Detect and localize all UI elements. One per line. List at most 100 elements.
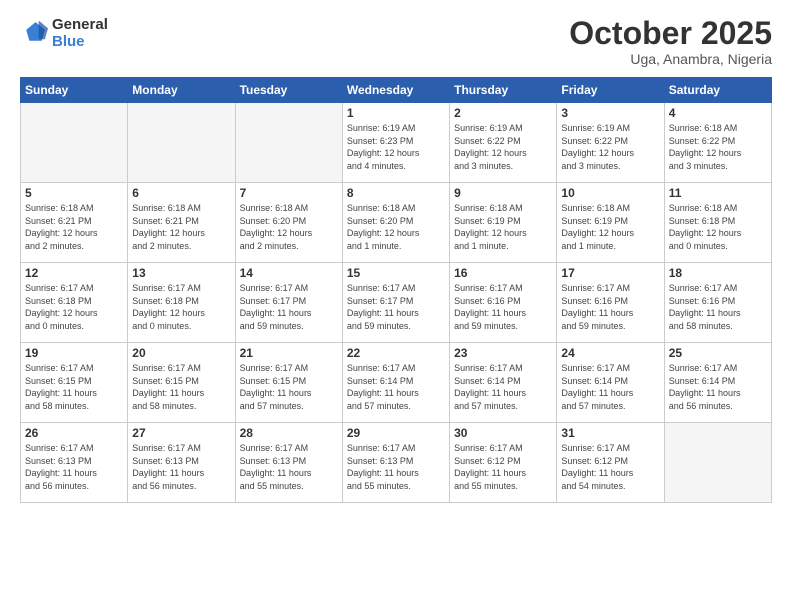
day-number: 24 (561, 346, 659, 360)
day-detail: Sunrise: 6:17 AM Sunset: 6:14 PM Dayligh… (669, 362, 767, 412)
day-number: 13 (132, 266, 230, 280)
day-number: 14 (240, 266, 338, 280)
header: General Blue October 2025 Uga, Anambra, … (20, 16, 772, 67)
calendar-day-cell: 8Sunrise: 6:18 AM Sunset: 6:20 PM Daylig… (342, 183, 449, 263)
day-number: 15 (347, 266, 445, 280)
day-number: 18 (669, 266, 767, 280)
day-detail: Sunrise: 6:17 AM Sunset: 6:16 PM Dayligh… (454, 282, 552, 332)
day-number: 26 (25, 426, 123, 440)
day-detail: Sunrise: 6:17 AM Sunset: 6:12 PM Dayligh… (454, 442, 552, 492)
title-block: October 2025 Uga, Anambra, Nigeria (569, 16, 772, 67)
calendar-day-cell (235, 103, 342, 183)
calendar-day-cell: 23 Sunrise: 6:17 AM Sunset: 6:14 PM Dayli… (450, 343, 557, 423)
day-number: 12 (25, 266, 123, 280)
day-number: 16 (454, 266, 552, 280)
day-detail: Sunrise: 6:17 AM Sunset: 6:14 PM Dayligh… (347, 362, 445, 412)
day-number: 19 (25, 346, 123, 360)
calendar-body: 1 Sunrise: 6:19 AM Sunset: 6:23 PM Daylig… (21, 103, 772, 503)
logo-icon (20, 19, 48, 47)
calendar-day-cell: 29 Sunrise: 6:17 AM Sunset: 6:13 PM Dayli… (342, 423, 449, 503)
calendar-day-cell (664, 423, 771, 503)
calendar-day-cell: 26Sunrise: 6:17 AM Sunset: 6:13 PM Dayli… (21, 423, 128, 503)
day-detail: Sunrise: 6:17 AM Sunset: 6:16 PM Dayligh… (669, 282, 767, 332)
day-detail: Sunrise: 6:18 AM Sunset: 6:21 PM Dayligh… (25, 202, 123, 252)
day-number: 10 (561, 186, 659, 200)
calendar-day-cell: 4Sunrise: 6:18 AM Sunset: 6:22 PM Daylig… (664, 103, 771, 183)
day-detail: Sunrise: 6:18 AM Sunset: 6:20 PM Dayligh… (240, 202, 338, 252)
calendar-day-cell: 14 Sunrise: 6:17 AM Sunset: 6:17 PM Dayli… (235, 263, 342, 343)
day-detail: Sunrise: 6:17 AM Sunset: 6:13 PM Dayligh… (347, 442, 445, 492)
day-detail: Sunrise: 6:19 AM Sunset: 6:23 PM Dayligh… (347, 122, 445, 172)
logo: General Blue (20, 16, 108, 51)
day-number: 8 (347, 186, 445, 200)
day-number: 17 (561, 266, 659, 280)
calendar-day-cell: 22 Sunrise: 6:17 AM Sunset: 6:14 PM Dayli… (342, 343, 449, 423)
day-detail: Sunrise: 6:18 AM Sunset: 6:19 PM Dayligh… (454, 202, 552, 252)
day-number: 20 (132, 346, 230, 360)
calendar-day-cell: 21 Sunrise: 6:17 AM Sunset: 6:15 PM Dayli… (235, 343, 342, 423)
calendar-day-cell: 17Sunrise: 6:17 AM Sunset: 6:16 PM Dayli… (557, 263, 664, 343)
day-detail: Sunrise: 6:18 AM Sunset: 6:22 PM Dayligh… (669, 122, 767, 172)
day-number: 22 (347, 346, 445, 360)
day-number: 11 (669, 186, 767, 200)
day-detail: Sunrise: 6:17 AM Sunset: 6:15 PM Dayligh… (132, 362, 230, 412)
day-detail: Sunrise: 6:17 AM Sunset: 6:17 PM Dayligh… (347, 282, 445, 332)
calendar-day-cell: 20 Sunrise: 6:17 AM Sunset: 6:15 PM Dayli… (128, 343, 235, 423)
calendar-day-cell: 12Sunrise: 6:17 AM Sunset: 6:18 PM Dayli… (21, 263, 128, 343)
day-detail: Sunrise: 6:19 AM Sunset: 6:22 PM Dayligh… (561, 122, 659, 172)
day-detail: Sunrise: 6:18 AM Sunset: 6:18 PM Dayligh… (669, 202, 767, 252)
day-detail: Sunrise: 6:18 AM Sunset: 6:21 PM Dayligh… (132, 202, 230, 252)
day-number: 29 (347, 426, 445, 440)
day-number: 25 (669, 346, 767, 360)
calendar-week-row: 12Sunrise: 6:17 AM Sunset: 6:18 PM Dayli… (21, 263, 772, 343)
day-number: 7 (240, 186, 338, 200)
day-detail: Sunrise: 6:17 AM Sunset: 6:13 PM Dayligh… (240, 442, 338, 492)
calendar-day-cell: 24 Sunrise: 6:17 AM Sunset: 6:14 PM Dayli… (557, 343, 664, 423)
calendar-day-cell: 28 Sunrise: 6:17 AM Sunset: 6:13 PM Dayli… (235, 423, 342, 503)
calendar-week-row: 5 Sunrise: 6:18 AM Sunset: 6:21 PM Daylig… (21, 183, 772, 263)
calendar-day-cell: 11 Sunrise: 6:18 AM Sunset: 6:18 PM Dayli… (664, 183, 771, 263)
day-detail: Sunrise: 6:17 AM Sunset: 6:14 PM Dayligh… (454, 362, 552, 412)
calendar-day-cell: 27Sunrise: 6:17 AM Sunset: 6:13 PM Dayli… (128, 423, 235, 503)
day-number: 27 (132, 426, 230, 440)
calendar-day-cell: 3 Sunrise: 6:19 AM Sunset: 6:22 PM Daylig… (557, 103, 664, 183)
day-number: 6 (132, 186, 230, 200)
calendar-day-cell: 25 Sunrise: 6:17 AM Sunset: 6:14 PM Dayli… (664, 343, 771, 423)
day-number: 1 (347, 106, 445, 120)
calendar-day-cell: 13Sunrise: 6:17 AM Sunset: 6:18 PM Dayli… (128, 263, 235, 343)
logo-text: General Blue (52, 16, 108, 51)
weekday-header-cell: Sunday (21, 78, 128, 103)
month-title: October 2025 (569, 16, 772, 51)
calendar-day-cell (21, 103, 128, 183)
calendar-week-row: 19 Sunrise: 6:17 AM Sunset: 6:15 PM Dayli… (21, 343, 772, 423)
page: General Blue October 2025 Uga, Anambra, … (0, 0, 792, 612)
weekday-header-row: SundayMondayTuesdayWednesdayThursdayFrid… (21, 78, 772, 103)
day-number: 30 (454, 426, 552, 440)
weekday-header-cell: Tuesday (235, 78, 342, 103)
weekday-header-cell: Monday (128, 78, 235, 103)
day-detail: Sunrise: 6:17 AM Sunset: 6:14 PM Dayligh… (561, 362, 659, 412)
day-number: 23 (454, 346, 552, 360)
day-number: 3 (561, 106, 659, 120)
day-number: 21 (240, 346, 338, 360)
calendar-day-cell: 31Sunrise: 6:17 AM Sunset: 6:12 PM Dayli… (557, 423, 664, 503)
calendar-day-cell: 18 Sunrise: 6:17 AM Sunset: 6:16 PM Dayli… (664, 263, 771, 343)
calendar-day-cell: 6 Sunrise: 6:18 AM Sunset: 6:21 PM Daylig… (128, 183, 235, 263)
calendar-day-cell: 2 Sunrise: 6:19 AM Sunset: 6:22 PM Daylig… (450, 103, 557, 183)
calendar-day-cell: 5 Sunrise: 6:18 AM Sunset: 6:21 PM Daylig… (21, 183, 128, 263)
day-number: 2 (454, 106, 552, 120)
calendar-day-cell: 9Sunrise: 6:18 AM Sunset: 6:19 PM Daylig… (450, 183, 557, 263)
day-detail: Sunrise: 6:17 AM Sunset: 6:15 PM Dayligh… (240, 362, 338, 412)
day-detail: Sunrise: 6:17 AM Sunset: 6:17 PM Dayligh… (240, 282, 338, 332)
day-detail: Sunrise: 6:18 AM Sunset: 6:19 PM Dayligh… (561, 202, 659, 252)
day-detail: Sunrise: 6:19 AM Sunset: 6:22 PM Dayligh… (454, 122, 552, 172)
calendar-day-cell (128, 103, 235, 183)
day-number: 28 (240, 426, 338, 440)
calendar-week-row: 1 Sunrise: 6:19 AM Sunset: 6:23 PM Daylig… (21, 103, 772, 183)
calendar-day-cell: 16 Sunrise: 6:17 AM Sunset: 6:16 PM Dayli… (450, 263, 557, 343)
calendar-table: SundayMondayTuesdayWednesdayThursdayFrid… (20, 77, 772, 503)
day-detail: Sunrise: 6:17 AM Sunset: 6:12 PM Dayligh… (561, 442, 659, 492)
day-number: 5 (25, 186, 123, 200)
day-detail: Sunrise: 6:17 AM Sunset: 6:15 PM Dayligh… (25, 362, 123, 412)
location-subtitle: Uga, Anambra, Nigeria (569, 51, 772, 67)
